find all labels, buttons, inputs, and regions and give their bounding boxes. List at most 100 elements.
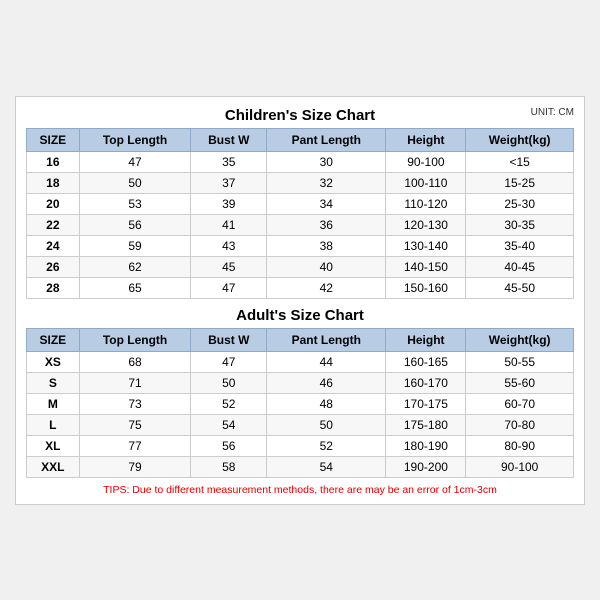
- table-cell: 22: [27, 214, 80, 235]
- children-col-bust: Bust W: [191, 128, 267, 151]
- table-cell: 34: [267, 193, 386, 214]
- table-cell: 37: [191, 172, 267, 193]
- adult-col-weight: Weight(kg): [466, 328, 574, 351]
- table-cell: 52: [267, 435, 386, 456]
- table-cell: 47: [191, 277, 267, 298]
- table-cell: 40-45: [466, 256, 574, 277]
- table-cell: 52: [191, 393, 267, 414]
- table-cell: 30-35: [466, 214, 574, 235]
- table-cell: 62: [79, 256, 191, 277]
- table-cell: 35: [191, 151, 267, 172]
- children-col-height: Height: [386, 128, 466, 151]
- table-cell: 54: [191, 414, 267, 435]
- table-cell: 190-200: [386, 456, 466, 477]
- table-cell: XL: [27, 435, 80, 456]
- table-cell: 90-100: [386, 151, 466, 172]
- children-col-size: SIZE: [27, 128, 80, 151]
- table-row: 26624540140-15040-45: [27, 256, 574, 277]
- table-cell: 58: [191, 456, 267, 477]
- table-cell: 48: [267, 393, 386, 414]
- adult-table: SIZE Top Length Bust W Pant Length Heigh…: [26, 328, 574, 478]
- table-cell: 50-55: [466, 351, 574, 372]
- table-cell: 20: [27, 193, 80, 214]
- table-cell: 40: [267, 256, 386, 277]
- table-cell: 175-180: [386, 414, 466, 435]
- children-header-row: SIZE Top Length Bust W Pant Length Heigh…: [27, 128, 574, 151]
- table-row: XXL795854190-20090-100: [27, 456, 574, 477]
- table-cell: 24: [27, 235, 80, 256]
- table-cell: 160-170: [386, 372, 466, 393]
- table-cell: 38: [267, 235, 386, 256]
- table-cell: 130-140: [386, 235, 466, 256]
- table-cell: 35-40: [466, 235, 574, 256]
- adult-title: Adult's Size Chart: [236, 307, 364, 324]
- table-cell: XS: [27, 351, 80, 372]
- table-row: L755450175-18070-80: [27, 414, 574, 435]
- chart-container: Children's Size Chart UNIT: CM SIZE Top …: [15, 96, 585, 505]
- table-cell: 75: [79, 414, 191, 435]
- table-cell: 140-150: [386, 256, 466, 277]
- table-cell: 45: [191, 256, 267, 277]
- table-cell: M: [27, 393, 80, 414]
- table-cell: 42: [267, 277, 386, 298]
- table-cell: 170-175: [386, 393, 466, 414]
- table-cell: 65: [79, 277, 191, 298]
- table-cell: 73: [79, 393, 191, 414]
- table-cell: S: [27, 372, 80, 393]
- table-cell: 39: [191, 193, 267, 214]
- table-cell: 45-50: [466, 277, 574, 298]
- table-cell: 77: [79, 435, 191, 456]
- adult-header-row: SIZE Top Length Bust W Pant Length Heigh…: [27, 328, 574, 351]
- table-cell: 28: [27, 277, 80, 298]
- table-cell: 68: [79, 351, 191, 372]
- children-col-pant-length: Pant Length: [267, 128, 386, 151]
- table-cell: 59: [79, 235, 191, 256]
- adult-col-bust: Bust W: [191, 328, 267, 351]
- adult-col-height: Height: [386, 328, 466, 351]
- table-row: 28654742150-16045-50: [27, 277, 574, 298]
- table-cell: 160-165: [386, 351, 466, 372]
- table-cell: 60-70: [466, 393, 574, 414]
- table-row: XL775652180-19080-90: [27, 435, 574, 456]
- table-row: 1647353090-100<15: [27, 151, 574, 172]
- children-title: Children's Size Chart: [225, 107, 375, 124]
- table-cell: 54: [267, 456, 386, 477]
- table-cell: 32: [267, 172, 386, 193]
- adult-section: Adult's Size Chart SIZE Top Length Bust …: [26, 307, 574, 478]
- adult-col-pant-length: Pant Length: [267, 328, 386, 351]
- table-cell: L: [27, 414, 80, 435]
- table-cell: 25-30: [466, 193, 574, 214]
- table-cell: 41: [191, 214, 267, 235]
- table-row: 18503732100-11015-25: [27, 172, 574, 193]
- adult-col-size: SIZE: [27, 328, 80, 351]
- table-cell: 120-130: [386, 214, 466, 235]
- table-cell: 50: [267, 414, 386, 435]
- table-row: S715046160-17055-60: [27, 372, 574, 393]
- table-cell: 55-60: [466, 372, 574, 393]
- table-cell: 50: [191, 372, 267, 393]
- table-cell: 26: [27, 256, 80, 277]
- table-cell: 53: [79, 193, 191, 214]
- table-cell: 30: [267, 151, 386, 172]
- table-cell: <15: [466, 151, 574, 172]
- adult-title-row: Adult's Size Chart: [26, 307, 574, 324]
- table-cell: XXL: [27, 456, 80, 477]
- table-cell: 90-100: [466, 456, 574, 477]
- tips-text: TIPS: Due to different measurement metho…: [26, 484, 574, 496]
- children-col-top-length: Top Length: [79, 128, 191, 151]
- table-cell: 56: [79, 214, 191, 235]
- table-cell: 47: [191, 351, 267, 372]
- table-cell: 16: [27, 151, 80, 172]
- table-row: M735248170-17560-70: [27, 393, 574, 414]
- adult-col-top-length: Top Length: [79, 328, 191, 351]
- table-cell: 15-25: [466, 172, 574, 193]
- table-cell: 80-90: [466, 435, 574, 456]
- table-cell: 46: [267, 372, 386, 393]
- children-col-weight: Weight(kg): [466, 128, 574, 151]
- children-title-row: Children's Size Chart UNIT: CM: [26, 107, 574, 124]
- unit-label: UNIT: CM: [531, 107, 574, 118]
- table-row: 22564136120-13030-35: [27, 214, 574, 235]
- table-cell: 180-190: [386, 435, 466, 456]
- table-cell: 36: [267, 214, 386, 235]
- table-row: XS684744160-16550-55: [27, 351, 574, 372]
